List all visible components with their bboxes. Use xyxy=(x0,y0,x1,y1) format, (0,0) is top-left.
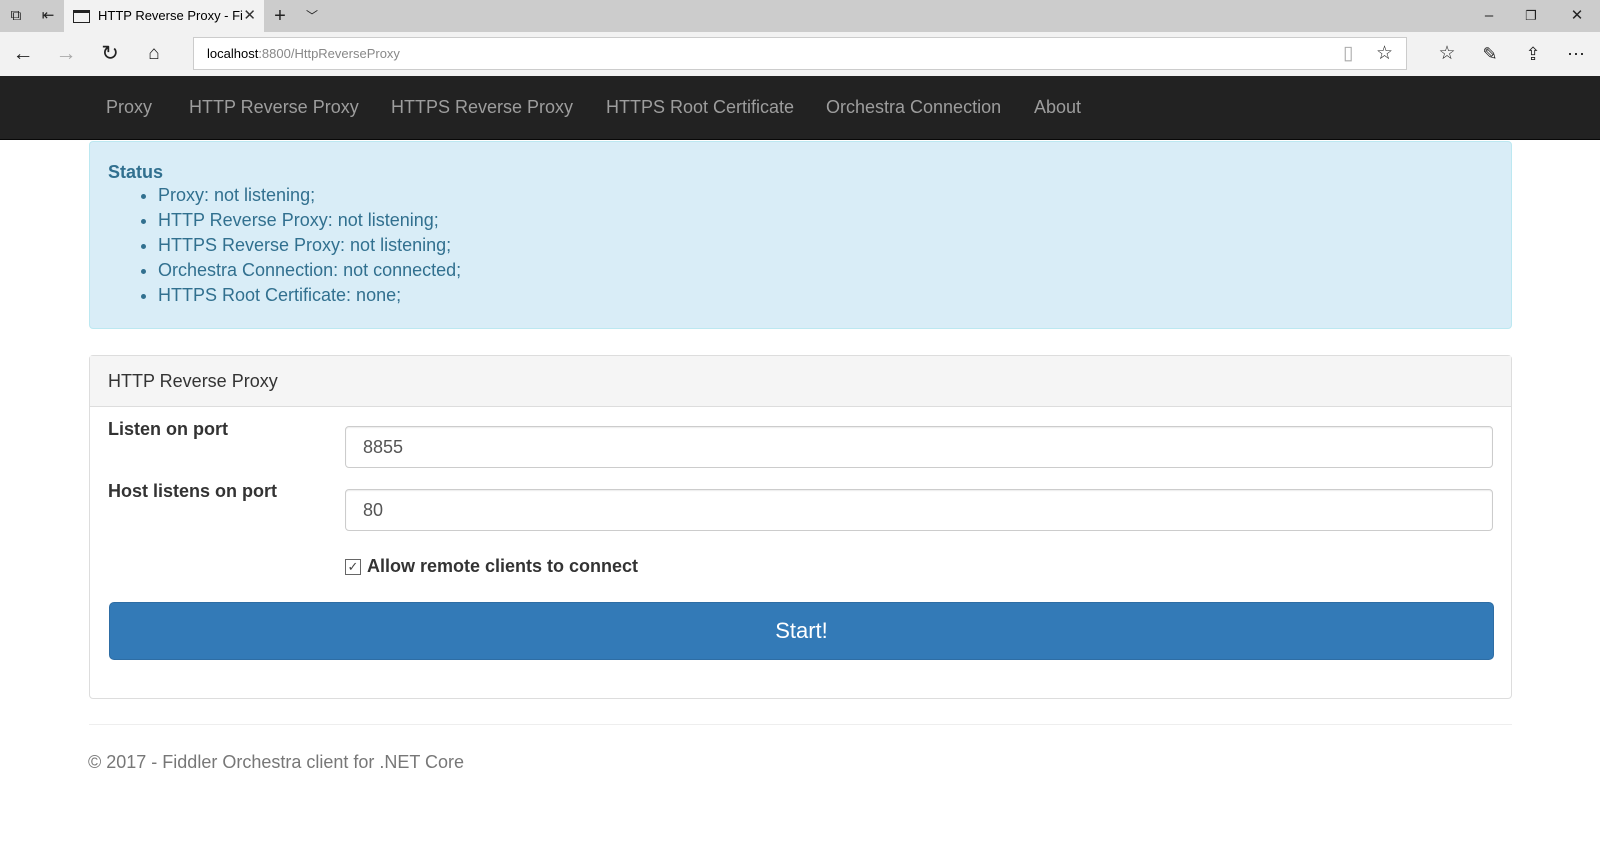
panel-title: HTTP Reverse Proxy xyxy=(90,356,1511,407)
status-alert: Status Proxy: not listening; HTTP Revers… xyxy=(89,141,1512,329)
allow-remote-checkbox-row[interactable]: ✓ Allow remote clients to connect xyxy=(345,556,638,577)
footer-text: © 2017 - Fiddler Orchestra client for .N… xyxy=(88,752,465,772)
home-icon[interactable]: ⌂ xyxy=(141,42,167,68)
status-item: HTTP Reverse Proxy: not listening; xyxy=(158,208,1493,233)
restore-icon[interactable]: ❐ xyxy=(1521,6,1541,26)
status-item: HTTPS Reverse Proxy: not listening; xyxy=(158,233,1493,258)
nav-about[interactable]: About xyxy=(1034,76,1081,139)
url-path: :8800/HttpReverseProxy xyxy=(258,46,400,61)
footer-divider xyxy=(89,724,1512,725)
url-input[interactable]: localhost:8800/HttpReverseProxy ▯ ☆ xyxy=(193,37,1407,70)
nav-http-reverse-proxy[interactable]: HTTP Reverse Proxy xyxy=(189,76,359,139)
back-icon[interactable]: ← xyxy=(10,42,36,68)
nav-https-root-certificate[interactable]: HTTPS Root Certificate xyxy=(606,76,794,139)
favorite-star-icon[interactable]: ☆ xyxy=(1376,38,1393,69)
nav-https-reverse-proxy[interactable]: HTTPS Reverse Proxy xyxy=(391,76,573,139)
address-bar-row: ← → ↻ ⌂ localhost:8800/HttpReverseProxy … xyxy=(0,32,1600,76)
close-tab-icon[interactable]: ✕ xyxy=(243,0,256,32)
new-tab-icon[interactable]: + xyxy=(270,6,290,26)
site-navbar: Proxy HTTP Reverse Proxy HTTPS Reverse P… xyxy=(0,76,1600,140)
more-icon[interactable]: ⋯ xyxy=(1563,42,1589,68)
tab-title: HTTP Reverse Proxy - Fi xyxy=(98,8,243,23)
share-icon[interactable]: ⇪ xyxy=(1520,42,1546,68)
browser-tab[interactable]: HTTP Reverse Proxy - Fi ✕ xyxy=(64,0,264,32)
page-icon xyxy=(73,10,90,23)
allow-remote-checkbox[interactable]: ✓ xyxy=(345,558,361,575)
allow-remote-label: Allow remote clients to connect xyxy=(367,556,639,576)
status-item: Proxy: not listening; xyxy=(158,183,1493,208)
status-title: Status xyxy=(108,162,164,182)
start-button[interactable]: Start! xyxy=(109,602,1494,660)
chevron-down-icon[interactable]: ﹀ xyxy=(302,6,322,26)
status-list: Proxy: not listening; HTTP Reverse Proxy… xyxy=(158,183,1493,308)
host-port-label: Host listens on port xyxy=(108,481,278,501)
favorites-list-icon[interactable]: ☆ xyxy=(1434,42,1460,68)
status-item: HTTPS Root Certificate: none; xyxy=(158,283,1493,308)
url-host: localhost xyxy=(207,46,259,61)
nav-proxy[interactable]: Proxy xyxy=(106,76,152,139)
set-aside-tabs-icon[interactable]: ⇤ xyxy=(38,6,58,26)
status-item: Orchestra Connection: not connected; xyxy=(158,258,1493,283)
listen-port-input[interactable] xyxy=(345,426,1493,468)
host-port-input[interactable] xyxy=(345,489,1493,531)
refresh-icon[interactable]: ↻ xyxy=(97,42,123,68)
nav-orchestra-connection[interactable]: Orchestra Connection xyxy=(826,76,1001,139)
http-reverse-proxy-panel: HTTP Reverse Proxy Listen on port Host l… xyxy=(89,355,1512,699)
listen-port-label: Listen on port xyxy=(108,419,228,439)
close-window-icon[interactable]: ✕ xyxy=(1567,6,1587,26)
browser-tab-bar: ⧉ ⇤ HTTP Reverse Proxy - Fi ✕ + ﹀ – ❐ ✕ xyxy=(0,0,1600,32)
reading-view-icon[interactable]: ▯ xyxy=(1343,38,1353,69)
tab-manager-icon[interactable]: ⧉ xyxy=(6,6,26,26)
forward-icon[interactable]: → xyxy=(53,42,79,68)
pen-icon[interactable]: ✎ xyxy=(1477,42,1503,68)
minimize-icon[interactable]: – xyxy=(1479,6,1499,26)
